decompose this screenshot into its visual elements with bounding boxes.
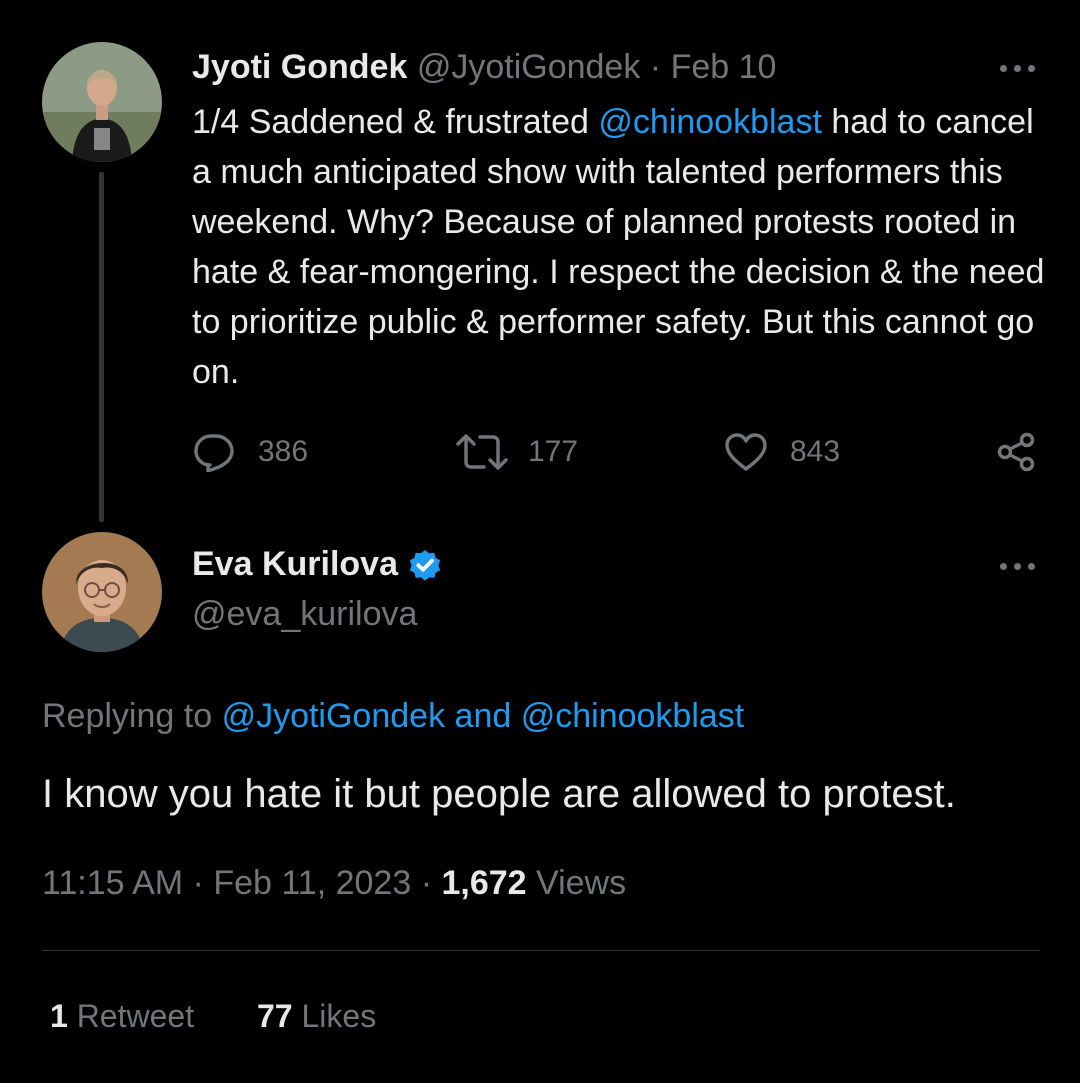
mention-link[interactable]: @chinookblast (598, 103, 822, 141)
tweet-time[interactable]: 11:15 AM (42, 864, 183, 902)
replying-to-and: and (454, 697, 512, 735)
tweet-text-part1: 1/4 Saddened & frustrated (192, 103, 599, 141)
author-name[interactable]: Eva Kurilova (192, 545, 398, 584)
replying-to-user-jyoti[interactable]: @JyotiGondek (222, 697, 446, 735)
retweet-button[interactable]: 177 (454, 432, 578, 472)
verified-badge-icon (409, 549, 441, 581)
likes-stat[interactable]: 77 Likes (257, 998, 376, 1035)
more-icon[interactable] (1000, 63, 1036, 73)
parent-tweet-text: 1/4 Saddened & frustrated @chinookblast … (192, 97, 1052, 397)
retweet-stat-count: 1 (50, 998, 68, 1034)
separator-dot: · (649, 48, 662, 86)
views-label: Views (536, 864, 627, 902)
retweet-stat-label: Retweet (76, 998, 195, 1034)
replying-to-label: Replying to (42, 697, 213, 735)
share-icon (997, 432, 1035, 472)
retweet-count: 177 (528, 435, 579, 468)
views-count: 1,672 (441, 864, 527, 902)
tweet-date[interactable]: Feb 11, 2023 (213, 864, 411, 902)
heart-icon (725, 433, 767, 471)
avatar-jyoti-gondek[interactable] (42, 42, 162, 162)
likes-stat-count: 77 (257, 998, 293, 1034)
tweet-text-part2: had to cancel a much anticipated show wi… (192, 103, 1045, 391)
divider (42, 950, 1040, 951)
reply-count: 386 (258, 435, 309, 468)
parent-tweet-header: Jyoti Gondek @JyotiGondek · Feb 10 (192, 48, 776, 87)
author-handle[interactable]: @eva_kurilova (192, 595, 417, 634)
replying-to-user-chinookblast[interactable]: @chinookblast (521, 697, 745, 735)
replying-to-line: Replying to @JyotiGondek and @chinookbla… (42, 697, 744, 736)
more-icon[interactable] (1000, 561, 1036, 571)
likes-stat-label: Likes (301, 998, 377, 1034)
share-button[interactable] (996, 432, 1036, 472)
thread-line (99, 172, 104, 522)
retweet-icon (456, 434, 508, 470)
avatar-eva-kurilova[interactable] (42, 532, 162, 652)
author-name[interactable]: Jyoti Gondek (192, 48, 407, 86)
like-button[interactable]: 843 (724, 432, 840, 472)
author-handle[interactable]: @JyotiGondek (417, 48, 641, 86)
like-count: 843 (790, 435, 841, 468)
tweet-meta-line: 11:15 AM · Feb 11, 2023 · 1,672 Views (42, 864, 627, 902)
reply-icon (194, 434, 234, 472)
reply-author-row: Eva Kurilova (192, 545, 444, 584)
tweet-date[interactable]: Feb 10 (671, 48, 777, 86)
reply-button[interactable]: 386 (192, 432, 308, 472)
reply-tweet-text: I know you hate it but people are allowe… (42, 772, 956, 816)
retweet-stat[interactable]: 1 Retweet (50, 998, 194, 1035)
